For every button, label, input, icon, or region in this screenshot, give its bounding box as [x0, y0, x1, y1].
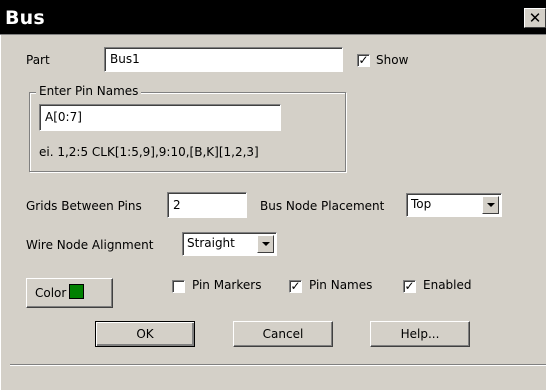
wire-node-alignment-label: Wire Node Alignment: [26, 238, 154, 252]
pin-names-label: Pin Names: [309, 278, 373, 292]
window-frame: [0, 34, 1, 390]
wire-node-alignment-value: Straight: [187, 236, 235, 250]
cancel-button[interactable]: Cancel: [233, 321, 333, 347]
bus-node-placement-select[interactable]: Top: [406, 193, 502, 217]
enabled-label: Enabled: [423, 278, 472, 292]
cancel-label: Cancel: [262, 327, 304, 341]
show-label: Show: [376, 53, 409, 67]
window-title: Bus: [5, 7, 45, 29]
pin-names-example-text: ei. 1,2:5 CLK[1:5,9],9:10,[B,K][1,2,3]: [39, 145, 259, 159]
part-name-value: Bus1: [110, 52, 140, 66]
status-bar: [10, 364, 546, 390]
wire-node-alignment-select[interactable]: Straight: [182, 232, 277, 256]
show-checkbox[interactable]: ✓: [357, 54, 370, 67]
help-button[interactable]: Help...: [370, 321, 470, 347]
color-label: Color: [35, 286, 67, 300]
grids-between-pins-value: 2: [173, 198, 181, 212]
pin-names-value: A[0:7]: [45, 110, 82, 124]
close-icon: ✕: [528, 9, 542, 27]
pin-markers-checkbox[interactable]: [172, 280, 185, 293]
enabled-checkbox[interactable]: ✓: [403, 280, 416, 293]
part-label: Part: [26, 53, 50, 67]
chevron-down-icon[interactable]: [482, 196, 499, 214]
grids-between-pins-label: Grids Between Pins: [26, 199, 142, 213]
pin-names-input[interactable]: A[0:7]: [39, 104, 281, 131]
pin-markers-label: Pin Markers: [192, 278, 262, 292]
pin-names-checkbox[interactable]: ✓: [289, 280, 302, 293]
title-bar[interactable]: Bus ✕: [0, 0, 546, 35]
help-label: Help...: [400, 327, 440, 341]
ok-button[interactable]: OK: [95, 321, 195, 347]
close-button[interactable]: ✕: [524, 8, 546, 28]
ok-label: OK: [136, 327, 154, 341]
grids-between-pins-input[interactable]: 2: [167, 192, 247, 218]
part-name-input[interactable]: Bus1: [104, 47, 343, 72]
bus-node-placement-label: Bus Node Placement: [260, 199, 385, 213]
color-swatch[interactable]: [69, 284, 84, 299]
bus-node-placement-value: Top: [411, 197, 432, 211]
chevron-down-icon[interactable]: [257, 235, 274, 253]
pin-names-group-label: Enter Pin Names: [36, 84, 142, 98]
